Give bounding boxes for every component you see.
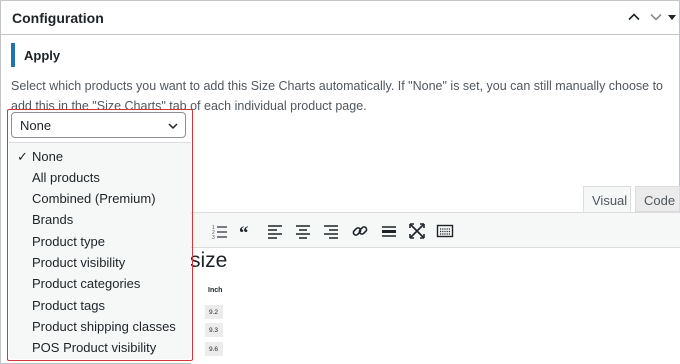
option-label: None xyxy=(32,149,64,164)
link-icon[interactable] xyxy=(351,222,369,240)
align-left-icon[interactable] xyxy=(266,222,284,240)
select-value: None xyxy=(20,118,52,133)
editor-toolbar: 123 “ xyxy=(191,212,680,248)
table-cell: 9.3 xyxy=(205,323,223,337)
option-label: Product tags xyxy=(32,298,105,313)
option-product-categories[interactable]: Product categories xyxy=(9,273,191,294)
chevron-down-icon[interactable] xyxy=(649,10,663,24)
option-combined-premium[interactable]: Combined (Premium) xyxy=(9,188,191,209)
option-product-tags[interactable]: Product tags xyxy=(9,295,191,316)
editor-content[interactable] xyxy=(191,248,680,364)
table-cell: 9.6 xyxy=(205,342,223,356)
option-label: Product shipping classes xyxy=(32,319,176,334)
toolbar-toggle-icon[interactable] xyxy=(436,222,454,240)
content-heading: size xyxy=(190,249,228,272)
tab-code[interactable]: Code xyxy=(635,186,680,212)
option-product-type[interactable]: Product type xyxy=(9,231,191,252)
section-accent-bar xyxy=(11,43,15,67)
svg-text:“: “ xyxy=(239,223,249,240)
align-right-icon[interactable] xyxy=(322,222,340,240)
select-dropdown-list: ✓ None All products Combined (Premium) B… xyxy=(9,142,191,359)
blockquote-icon[interactable]: “ xyxy=(238,222,256,240)
panel-header: Configuration xyxy=(1,1,679,35)
option-none[interactable]: ✓ None xyxy=(9,146,191,167)
check-icon: ✓ xyxy=(17,149,28,164)
numbered-list-icon[interactable]: 123 xyxy=(211,222,229,240)
apply-select[interactable]: None xyxy=(11,112,186,138)
panel-title: Configuration xyxy=(12,10,104,26)
svg-text:3: 3 xyxy=(212,235,215,240)
option-product-visibility[interactable]: Product visibility xyxy=(9,252,191,273)
option-label: POS Product visibility xyxy=(32,340,157,355)
horizontal-rule-icon[interactable] xyxy=(380,222,398,240)
option-label: Product type xyxy=(32,234,105,249)
section-title-apply: Apply xyxy=(24,48,61,63)
align-center-icon[interactable] xyxy=(294,222,312,240)
option-product-shipping-classes[interactable]: Product shipping classes xyxy=(9,316,191,337)
chevron-up-icon[interactable] xyxy=(627,10,641,24)
table-header-inch: Inch xyxy=(208,287,223,294)
option-label: All products xyxy=(32,170,100,185)
tab-visual[interactable]: Visual xyxy=(583,186,631,212)
option-label: Product visibility xyxy=(32,255,126,270)
chevron-down-icon xyxy=(167,119,179,137)
fullscreen-icon[interactable] xyxy=(408,222,426,240)
triangle-down-icon[interactable] xyxy=(667,10,677,24)
option-label: Product categories xyxy=(32,276,141,291)
option-label: Brands xyxy=(32,212,74,227)
option-pos-product-visibility[interactable]: POS Product visibility xyxy=(9,337,191,358)
option-all-products[interactable]: All products xyxy=(9,167,191,188)
table-cell: 9.2 xyxy=(205,305,223,319)
option-label: Combined (Premium) xyxy=(32,191,156,206)
option-brands[interactable]: Brands xyxy=(9,209,191,230)
